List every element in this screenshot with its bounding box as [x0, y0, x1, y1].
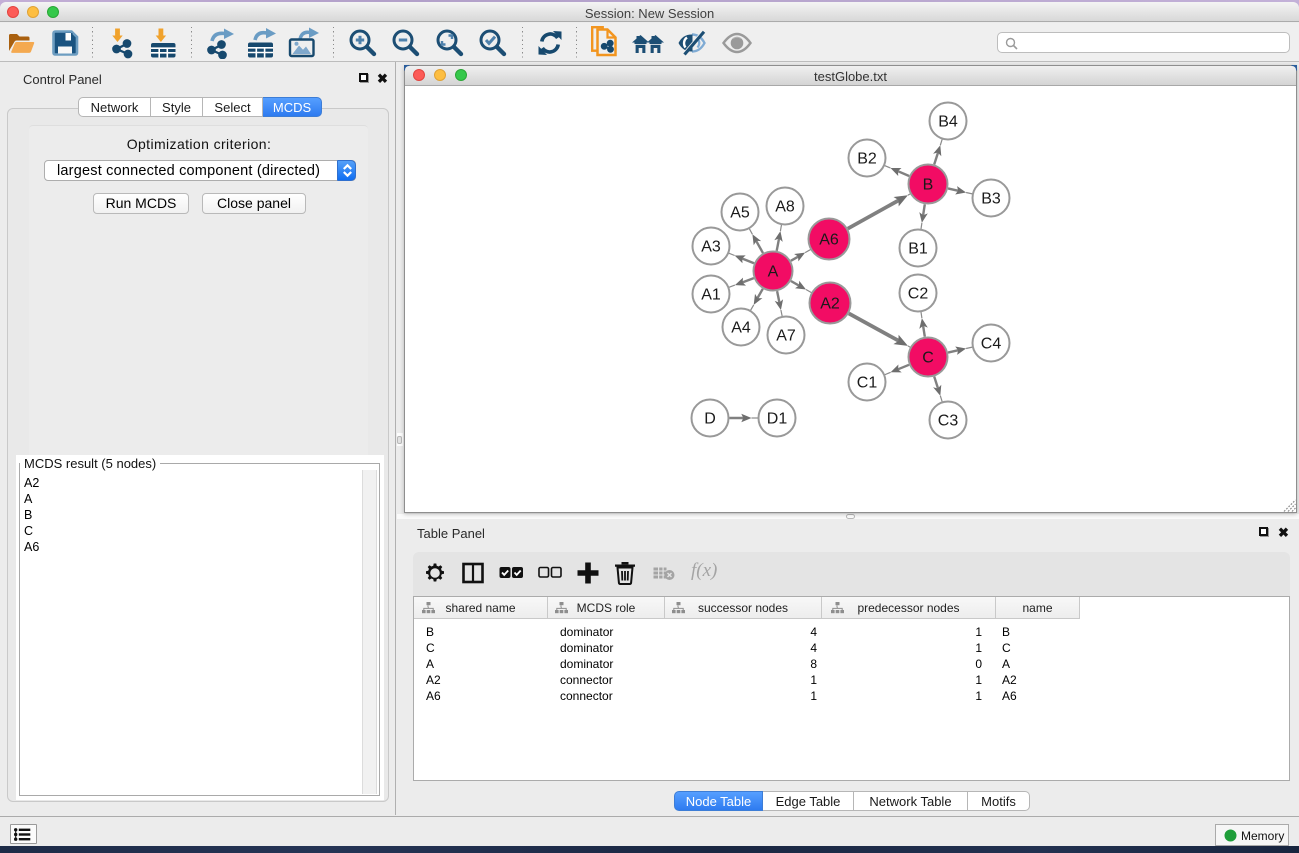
- svg-text:C4: C4: [981, 336, 1002, 353]
- svg-text:C: C: [922, 350, 934, 367]
- svg-text:A8: A8: [775, 199, 795, 216]
- svg-text:A: A: [768, 264, 779, 281]
- svg-text:C2: C2: [908, 286, 929, 303]
- svg-text:B2: B2: [857, 151, 877, 168]
- svg-text:A3: A3: [701, 239, 721, 256]
- svg-text:D: D: [704, 411, 716, 428]
- svg-text:A6: A6: [819, 232, 839, 249]
- svg-text:C1: C1: [857, 375, 878, 392]
- svg-text:B: B: [923, 177, 934, 194]
- svg-text:B4: B4: [938, 114, 958, 131]
- svg-text:D1: D1: [767, 411, 788, 428]
- svg-text:B1: B1: [908, 241, 928, 258]
- svg-text:A7: A7: [776, 328, 796, 345]
- svg-text:A2: A2: [820, 296, 840, 313]
- svg-text:A4: A4: [731, 320, 751, 337]
- svg-text:B3: B3: [981, 191, 1001, 208]
- svg-text:A5: A5: [730, 205, 750, 222]
- svg-text:C3: C3: [938, 413, 959, 430]
- svg-text:A1: A1: [701, 287, 721, 304]
